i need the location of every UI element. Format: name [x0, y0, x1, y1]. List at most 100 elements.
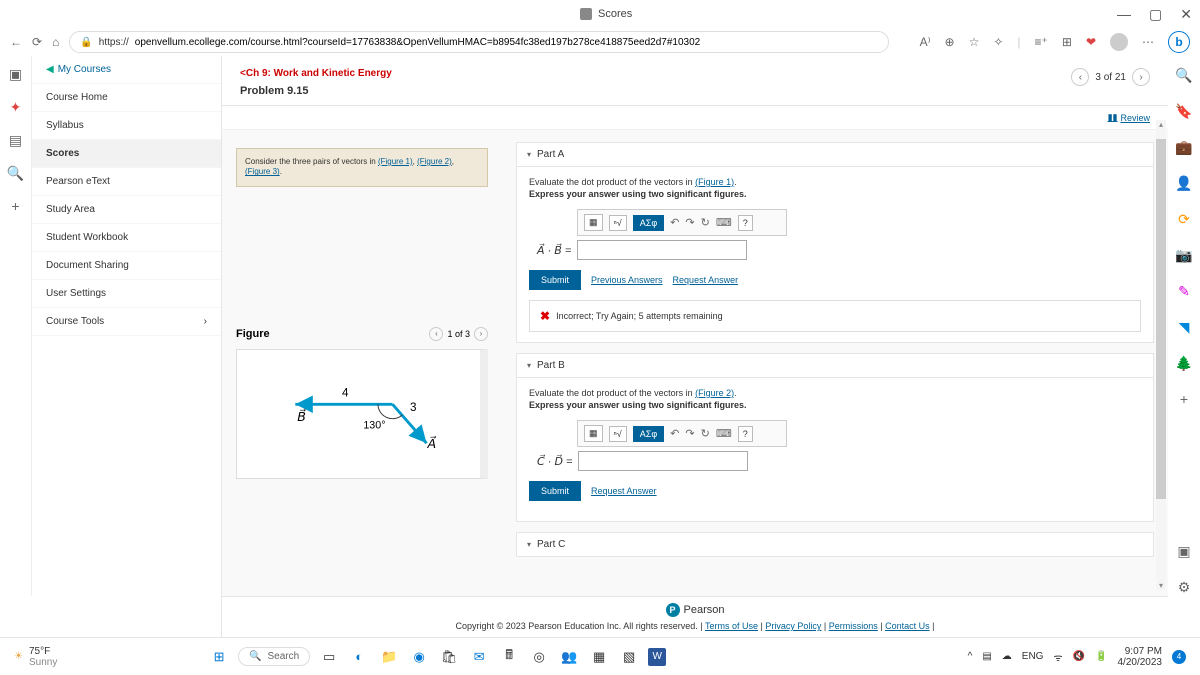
part-b-input[interactable]	[578, 451, 748, 471]
edge-icon[interactable]: ◉	[408, 646, 430, 668]
redo-icon[interactable]: ↷	[685, 216, 694, 229]
search-side-icon[interactable]: 🔍	[1175, 66, 1193, 84]
edit-icon[interactable]: ✎	[1175, 282, 1193, 300]
home-icon[interactable]: ⌂	[52, 35, 59, 49]
symbols-button-b[interactable]: ΑΣφ	[633, 426, 664, 442]
maximize-button[interactable]: ▢	[1149, 6, 1162, 23]
figure1-link[interactable]: (Figure 1)	[378, 157, 413, 166]
my-courses-link[interactable]: ◀My Courses	[32, 56, 221, 84]
word-icon[interactable]: W	[648, 648, 666, 666]
part-b-request-answer[interactable]: Request Answer	[591, 486, 657, 496]
nav-workbook[interactable]: Student Workbook	[32, 224, 221, 252]
refresh-icon[interactable]: ⟳	[32, 35, 42, 49]
clock[interactable]: 9:07 PM 4/20/2023	[1118, 646, 1163, 668]
part-a-header[interactable]: Part A	[516, 142, 1154, 167]
part-a-prev-answers[interactable]: Previous Answers	[591, 275, 663, 285]
heart-icon[interactable]: ❤	[1086, 35, 1096, 49]
tray-chevron-icon[interactable]: ^	[968, 651, 973, 662]
privacy-link[interactable]: Privacy Policy	[765, 621, 821, 631]
read-aloud-icon[interactable]: A⁾	[920, 35, 931, 49]
part-b-figure-link[interactable]: (Figure 2)	[695, 388, 734, 398]
copilot-icon[interactable]: ◐	[348, 646, 370, 668]
tree-icon[interactable]: 🌲	[1175, 354, 1193, 372]
keyboard-icon[interactable]: ⌨	[716, 216, 732, 229]
taskbar-search[interactable]: 🔍 Search	[238, 647, 310, 666]
favorites-icon[interactable]: ≡⁺	[1035, 35, 1048, 49]
address-bar[interactable]: 🔒 https://openvellum.ecollege.com/course…	[69, 31, 889, 53]
chapter-back-link[interactable]: <Ch 9: Work and Kinetic Energy	[240, 68, 392, 79]
part-a-submit[interactable]: Submit	[529, 270, 581, 290]
templates-button[interactable]: ▦	[584, 214, 603, 231]
review-link[interactable]: ▮▮ Review	[1108, 112, 1150, 123]
weather-icon[interactable]: ☀	[14, 651, 23, 662]
refresh-side-icon[interactable]: ⟳	[1175, 210, 1193, 228]
back-icon[interactable]: ←	[10, 35, 22, 49]
chrome-icon[interactable]: ◎	[528, 646, 550, 668]
extensions-icon[interactable]: ✧	[993, 35, 1003, 49]
nav-course-tools[interactable]: Course Tools›	[32, 308, 221, 336]
reset-icon-b[interactable]: ↻	[701, 427, 710, 440]
nav-etext[interactable]: Pearson eText	[32, 168, 221, 196]
terms-link[interactable]: Terms of Use	[705, 621, 758, 631]
onedrive-icon[interactable]: ☁	[1002, 651, 1012, 662]
explorer-icon[interactable]: 📁	[378, 646, 400, 668]
add-rail-icon[interactable]: +	[11, 198, 19, 214]
minimize-button[interactable]: —	[1117, 6, 1131, 23]
collections-icon[interactable]: ⊞	[1062, 35, 1072, 49]
next-problem-button[interactable]: ›	[1132, 68, 1150, 86]
scroll-thumb[interactable]	[1156, 139, 1166, 499]
briefcase-icon[interactable]: 💼	[1175, 138, 1193, 156]
search-rail-icon[interactable]: 🔍	[7, 165, 24, 182]
wifi-icon[interactable]: ᯤ	[1053, 650, 1062, 664]
volume-icon[interactable]: 🔇	[1073, 651, 1085, 662]
app-icon-1[interactable]: ▦	[588, 646, 610, 668]
part-a-input[interactable]	[577, 240, 747, 260]
zoom-icon[interactable]: ⊕	[945, 35, 955, 49]
part-a-request-answer[interactable]: Request Answer	[673, 275, 739, 285]
scrollbar[interactable]: ▴ ▾	[1156, 120, 1166, 590]
templates-button-b[interactable]: ▦	[584, 425, 603, 442]
camera-icon[interactable]: 📷	[1175, 246, 1193, 264]
add-side-icon[interactable]: +	[1175, 390, 1193, 408]
menu-icon[interactable]: ⋯	[1142, 35, 1154, 49]
battery-icon[interactable]: 🔋	[1095, 651, 1107, 662]
part-b-submit[interactable]: Submit	[529, 481, 581, 501]
profile-icon[interactable]	[1110, 33, 1128, 51]
part-b-header[interactable]: Part B	[516, 353, 1154, 378]
store-icon[interactable]: 🛍	[438, 646, 460, 668]
teams-icon[interactable]: 👥	[558, 646, 580, 668]
browser-tab[interactable]: Scores	[568, 4, 644, 24]
figure-prev-button[interactable]: ‹	[429, 327, 443, 341]
reset-icon[interactable]: ↻	[701, 216, 710, 229]
figure3-link[interactable]: (Figure 3)	[245, 167, 280, 176]
star-icon[interactable]: ☆	[969, 35, 980, 49]
undo-icon[interactable]: ↶	[670, 216, 679, 229]
notification-badge[interactable]: 4	[1172, 650, 1186, 664]
taskview-icon[interactable]: ▭	[318, 646, 340, 668]
nav-syllabus[interactable]: Syllabus	[32, 112, 221, 140]
redo-icon-b[interactable]: ↷	[685, 427, 694, 440]
close-button[interactable]: ✕	[1180, 6, 1192, 23]
app-icon-2[interactable]: ▧	[618, 646, 640, 668]
language-indicator[interactable]: ENG	[1022, 651, 1044, 662]
start-button[interactable]: ⊞	[208, 646, 230, 668]
sqrt-button[interactable]: ⁿ√	[609, 215, 627, 231]
help-button-b[interactable]: ?	[738, 426, 753, 442]
compass-icon[interactable]: ✦	[10, 99, 22, 116]
person-icon[interactable]: 👤	[1175, 174, 1193, 192]
nav-doc-sharing[interactable]: Document Sharing	[32, 252, 221, 280]
symbols-button[interactable]: ΑΣφ	[633, 215, 664, 231]
banner-icon[interactable]: ◥	[1175, 318, 1193, 336]
part-a-figure-link[interactable]: (Figure 1)	[695, 177, 734, 187]
nav-course-home[interactable]: Course Home	[32, 84, 221, 112]
undo-icon-b[interactable]: ↶	[670, 427, 679, 440]
help-button[interactable]: ?	[738, 215, 753, 231]
settings-side-icon[interactable]: ⚙	[1175, 578, 1193, 596]
part-c-header[interactable]: Part C	[516, 532, 1154, 557]
sqrt-button-b[interactable]: ⁿ√	[609, 426, 627, 442]
keyboard-icon-b[interactable]: ⌨	[716, 427, 732, 440]
mail-icon[interactable]: ✉	[468, 646, 490, 668]
contact-link[interactable]: Contact Us	[885, 621, 930, 631]
panel-icon[interactable]: ▣	[9, 66, 22, 83]
prev-problem-button[interactable]: ‹	[1071, 68, 1089, 86]
